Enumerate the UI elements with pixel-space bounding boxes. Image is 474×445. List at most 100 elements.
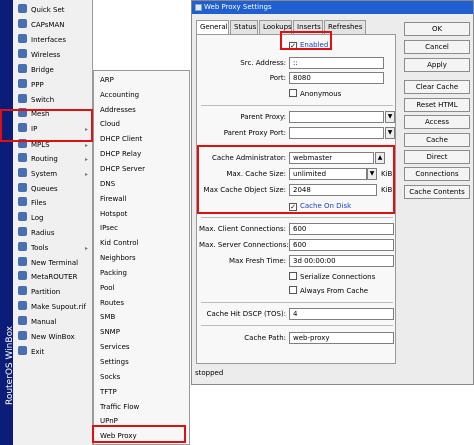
sidebar-item-capsman[interactable]: CAPsMAN	[13, 19, 93, 32]
reset-html-button[interactable]: Reset HTML	[404, 98, 470, 112]
sidebar-item-partition[interactable]: Partition	[13, 286, 93, 299]
anonymous-checkbox[interactable]: Anonymous	[289, 89, 341, 99]
tab-status[interactable]: Status	[230, 20, 258, 34]
window-icon	[195, 4, 202, 11]
submenu-item-neighbors[interactable]: Neighbors	[100, 252, 188, 265]
sidebar-item-new-winbox[interactable]: New WinBox	[13, 331, 93, 344]
cancel-button[interactable]: Cancel	[404, 40, 470, 54]
parent-proxy-port-field[interactable]	[289, 127, 384, 139]
direct-button[interactable]: Direct	[404, 150, 470, 164]
access-button[interactable]: Access	[404, 115, 470, 129]
sidebar-item-label: Interfaces	[31, 36, 66, 44]
submenu-item-dhcp-server[interactable]: DHCP Server	[100, 163, 188, 176]
winbox-icon	[18, 331, 27, 340]
sidebar-item-ppp[interactable]: PPP	[13, 79, 93, 92]
sidebar-item-label: Switch	[31, 96, 55, 104]
sidebar-item-interfaces[interactable]: Interfaces	[13, 34, 93, 47]
submenu-item-addresses[interactable]: Addresses	[100, 104, 188, 117]
always-from-cache-checkbox[interactable]: Always From Cache	[289, 286, 368, 296]
ok-button[interactable]: OK	[404, 22, 470, 36]
interfaces-icon	[18, 34, 27, 43]
cache-contents-button[interactable]: Cache Contents	[404, 185, 470, 199]
capsman-icon	[18, 19, 27, 28]
radius-icon	[18, 227, 27, 236]
sidebar-item-label: Partition	[31, 288, 61, 296]
separator	[201, 325, 393, 326]
max-client-connections-field[interactable]: 600	[289, 223, 394, 235]
tab-general[interactable]: General	[196, 20, 229, 34]
anonymous-label: Anonymous	[300, 90, 342, 98]
sidebar-item-system[interactable]: System ▸	[13, 168, 93, 181]
sidebar-item-queues[interactable]: Queues	[13, 183, 93, 196]
submenu-item-pool[interactable]: Pool	[100, 282, 188, 295]
submenu-item-cloud[interactable]: Cloud	[100, 118, 188, 131]
src-address-field[interactable]: ::	[289, 57, 384, 69]
sidebar-item-log[interactable]: Log	[13, 212, 93, 225]
checkbox-box	[289, 286, 297, 294]
sidebar-item-wireless[interactable]: Wireless	[13, 49, 93, 62]
submenu-item-tftp[interactable]: TFTP	[100, 386, 188, 399]
max-fresh-time-field[interactable]: 3d 00:00:00	[289, 255, 394, 267]
routing-icon	[18, 153, 27, 162]
sidebar-item-switch[interactable]: Switch	[13, 94, 93, 107]
sidebar-item-make-supout[interactable]: Make Supout.rif	[13, 301, 93, 314]
dropdown-arrow-icon[interactable]: ▼	[385, 111, 395, 123]
submenu-item-dns[interactable]: DNS	[100, 178, 188, 191]
sidebar-item-radius[interactable]: Radius	[13, 227, 93, 240]
ip-highlight-box	[0, 109, 93, 142]
sidebar-item-routing[interactable]: Routing ▸	[13, 153, 93, 166]
serialize-connections-checkbox[interactable]: Serialize Connections	[289, 272, 375, 282]
sidebar-item-manual[interactable]: Manual	[13, 316, 93, 329]
sidebar-item-tools[interactable]: Tools ▸	[13, 242, 93, 255]
max-server-connections-field[interactable]: 600	[289, 239, 394, 251]
sidebar-item-label: Bridge	[31, 66, 54, 74]
sidebar-item-new-terminal[interactable]: New Terminal	[13, 257, 93, 270]
submenu-item-routes[interactable]: Routes	[100, 297, 188, 310]
serialize-connections-label: Serialize Connections	[300, 273, 376, 281]
parent-proxy-field[interactable]	[289, 111, 384, 123]
sidebar-item-label: New Terminal	[31, 259, 79, 267]
submenu-item-traffic-flow[interactable]: Traffic Flow	[100, 401, 188, 414]
submenu-item-dhcp-relay[interactable]: DHCP Relay	[100, 148, 188, 161]
submenu-item-arp[interactable]: ARP	[100, 74, 188, 87]
sidebar-item-quick-set[interactable]: Quick Set	[13, 4, 93, 17]
sidebar-item-exit[interactable]: Exit	[13, 346, 93, 359]
submenu-item-socks[interactable]: Socks	[100, 371, 188, 384]
submenu-item-snmp[interactable]: SNMP	[100, 326, 188, 339]
submenu-item-smb[interactable]: SMB	[100, 311, 188, 324]
max-server-connections-label: Max. Server Connections:	[199, 241, 289, 249]
submenu-item-settings[interactable]: Settings	[100, 356, 188, 369]
sidebar-item-bridge[interactable]: Bridge	[13, 64, 93, 77]
sidebar-item-label: Files	[31, 199, 47, 207]
dropdown-arrow-icon[interactable]: ▼	[385, 127, 395, 139]
sidebar-item-label: MetaROUTER	[31, 273, 78, 281]
exit-icon	[18, 346, 27, 355]
sidebar-item-label: Exit	[31, 348, 45, 356]
cache-path-field[interactable]: web-proxy	[289, 332, 394, 344]
web-proxy-highlight-box	[92, 425, 186, 443]
submenu-item-dhcp-client[interactable]: DHCP Client	[100, 133, 188, 146]
connections-button[interactable]: Connections	[404, 167, 470, 181]
log-icon	[18, 212, 27, 221]
submenu-item-services[interactable]: Services	[100, 341, 188, 354]
sidebar-item-files[interactable]: Files	[13, 197, 93, 210]
routeros-winbox-brand-strip: RouterOS WinBox	[0, 0, 15, 445]
clear-cache-button[interactable]: Clear Cache	[404, 80, 470, 94]
submenu-item-packing[interactable]: Packing	[100, 267, 188, 280]
submenu-item-accounting[interactable]: Accounting	[100, 89, 188, 102]
submenu-item-firewall[interactable]: Firewall	[100, 193, 188, 206]
terminal-icon	[18, 257, 27, 266]
window-titlebar[interactable]: Web Proxy Settings	[192, 1, 473, 14]
max-fresh-time-label: Max Fresh Time:	[228, 257, 286, 265]
sidebar-item-label: New WinBox	[31, 333, 75, 341]
submenu-item-ipsec[interactable]: IPsec	[100, 222, 188, 235]
separator	[201, 217, 393, 218]
apply-button[interactable]: Apply	[404, 58, 470, 72]
port-field[interactable]: 8080	[289, 72, 384, 84]
submenu-item-kid-control[interactable]: Kid Control	[100, 237, 188, 250]
submenu-item-hotspot[interactable]: Hotspot	[100, 208, 188, 221]
cache-button[interactable]: Cache	[404, 133, 470, 147]
sidebar-item-metarouter[interactable]: MetaROUTER	[13, 271, 93, 284]
system-icon	[18, 168, 27, 177]
cache-hit-dscp-field[interactable]: 4	[289, 308, 394, 320]
